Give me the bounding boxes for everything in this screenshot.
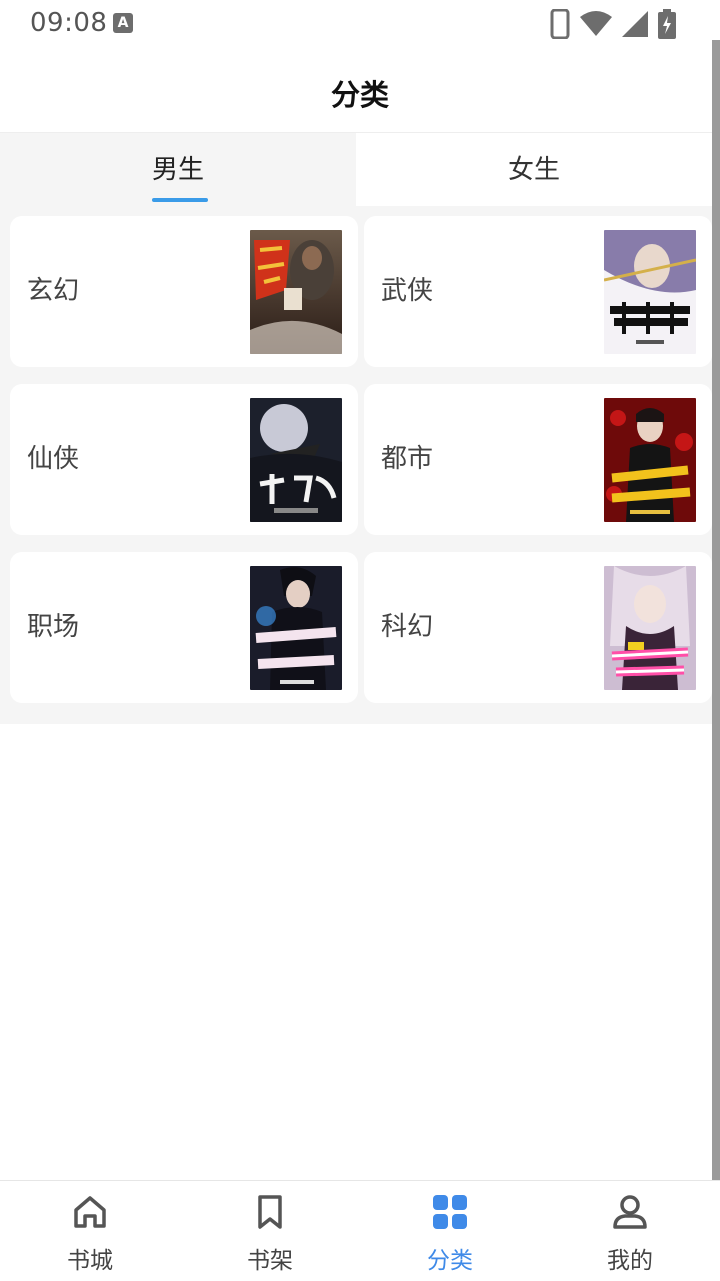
status-bar: 09:08 A	[0, 0, 720, 48]
nav-label: 书城	[67, 1248, 113, 1274]
nav-item-bookstore[interactable]: 书城	[0, 1181, 180, 1281]
book-cover-image	[604, 398, 696, 522]
book-cover-image	[250, 566, 342, 690]
gender-tabs: 男生 女生	[0, 133, 712, 206]
book-cover-image	[250, 230, 342, 354]
signal-icon	[622, 11, 648, 37]
category-card-zhichang[interactable]: 职场	[10, 552, 358, 703]
phone-icon	[550, 9, 570, 39]
book-cover-image	[604, 566, 696, 690]
tab-female-label: 女生	[507, 155, 560, 185]
nav-item-category[interactable]: 分类	[360, 1181, 540, 1281]
bottom-nav: 书城 书架 分类 我的	[0, 1180, 720, 1281]
nav-label: 分类	[427, 1248, 473, 1274]
tab-female[interactable]: 女生	[356, 133, 712, 206]
tab-male[interactable]: 男生	[0, 133, 356, 206]
nav-item-mine[interactable]: 我的	[540, 1181, 720, 1281]
app-bar: 分类	[0, 48, 712, 133]
battery-charging-icon	[658, 9, 676, 39]
category-card-dushi[interactable]: 都市	[364, 384, 712, 535]
category-label: 武侠	[381, 276, 434, 306]
tab-male-label: 男生	[151, 155, 204, 185]
category-label: 玄幻	[27, 276, 80, 306]
nav-item-bookshelf[interactable]: 书架	[180, 1181, 360, 1281]
category-card-xuanhuan[interactable]: 玄幻	[10, 216, 358, 367]
category-label: 科幻	[381, 612, 434, 642]
category-label: 仙侠	[27, 444, 80, 474]
grid-icon	[433, 1195, 467, 1229]
person-icon	[613, 1195, 647, 1229]
category-label: 职场	[27, 612, 80, 642]
bookmark-icon	[258, 1195, 282, 1229]
category-grid: 玄幻 武侠 仙侠 都市 职场 科幻	[0, 206, 712, 724]
category-card-wuxia[interactable]: 武侠	[364, 216, 712, 367]
category-card-xianxia[interactable]: 仙侠	[10, 384, 358, 535]
window-edge	[712, 40, 720, 1220]
wifi-icon	[580, 11, 612, 36]
nav-label: 书架	[247, 1248, 293, 1274]
book-cover-image	[250, 398, 342, 522]
home-icon	[74, 1196, 106, 1228]
book-cover-image	[604, 230, 696, 354]
category-card-kehuan[interactable]: 科幻	[364, 552, 712, 703]
category-label: 都市	[381, 444, 434, 474]
a-letter-icon: A	[113, 13, 133, 33]
tab-indicator	[152, 198, 208, 202]
nav-label: 我的	[607, 1248, 653, 1274]
page-title: 分类	[330, 78, 389, 112]
status-time: 09:08	[30, 8, 108, 38]
status-icons	[550, 8, 676, 40]
